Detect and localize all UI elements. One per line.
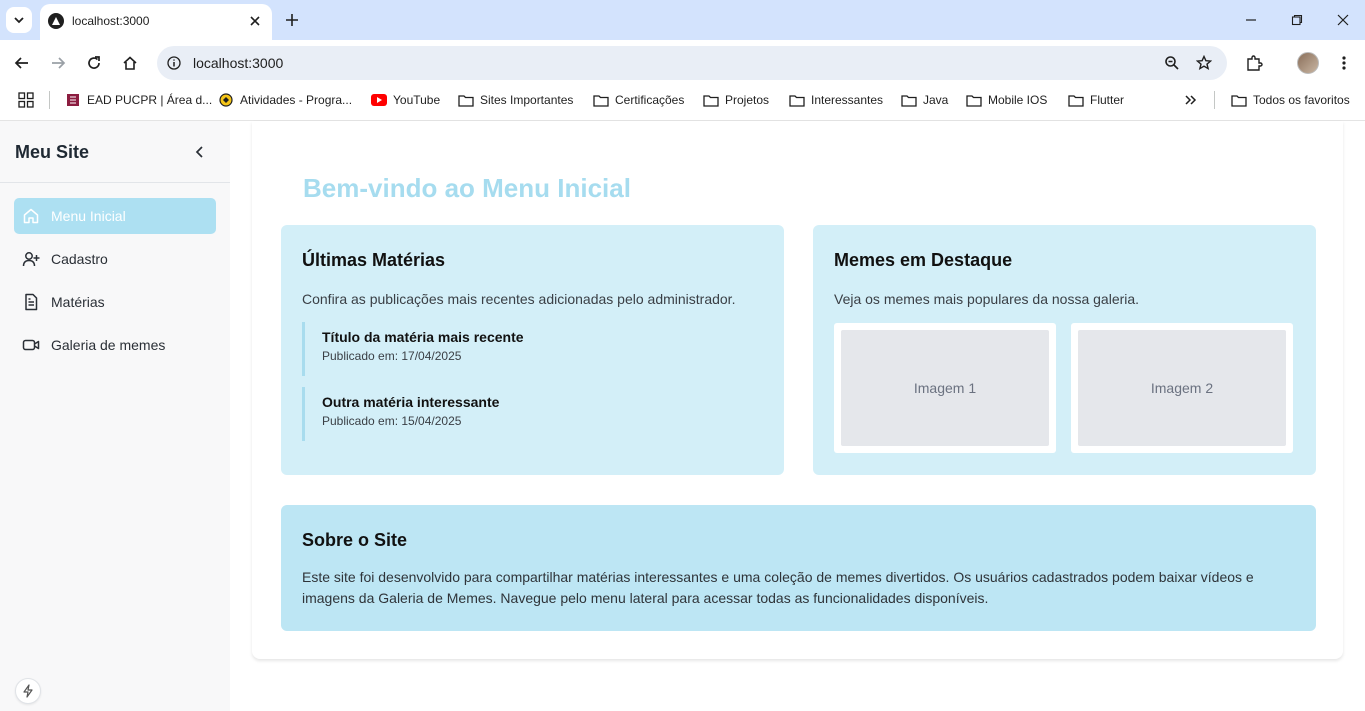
main-content: Bem-vindo ao Menu Inicial Últimas Matéri… [230, 121, 1365, 711]
video-icon [22, 336, 40, 354]
card-title: Sobre o Site [302, 530, 408, 550]
home-icon[interactable] [119, 52, 141, 74]
article-date: Publicado em: 15/04/2025 [322, 414, 462, 428]
bookmark-folder[interactable]: Interessantes [789, 92, 883, 108]
tab-title: localhost:3000 [72, 14, 150, 28]
home-icon [22, 207, 40, 225]
folder-icon [458, 93, 474, 107]
bookmark-folder[interactable]: Certificações [593, 92, 684, 108]
chevron-left-icon[interactable] [191, 143, 209, 161]
sidebar-divider [0, 182, 230, 183]
meme-thumbnail[interactable]: Imagem 2 [1071, 323, 1293, 453]
sidebar-item-galeria-de-memes[interactable]: Galeria de memes [14, 327, 216, 363]
sidebar: Meu Site Menu Inicial Cadastro Matérias … [0, 121, 230, 711]
minimize-icon[interactable] [1241, 10, 1261, 30]
url-text: localhost:3000 [193, 55, 284, 71]
bookmark-folder[interactable]: Java [901, 92, 948, 108]
card-title: Últimas Matérias [302, 250, 446, 270]
site-icon [218, 93, 234, 107]
double-chevron-right-icon[interactable] [1184, 92, 1198, 108]
browser-tab[interactable]: localhost:3000 [40, 4, 272, 40]
bookmark-folder[interactable]: Projetos [703, 92, 769, 108]
profile-avatar[interactable] [1297, 52, 1319, 74]
bookmark-item[interactable]: Atividades - Progra... [218, 92, 352, 108]
bookmark-separator [1214, 91, 1215, 109]
page-title: Bem-vindo ao Menu Inicial [303, 173, 631, 203]
reload-icon[interactable] [83, 52, 105, 74]
folder-icon [1231, 93, 1247, 107]
bookmark-folder[interactable]: Flutter [1068, 92, 1124, 108]
extensions-puzzle-icon[interactable] [1243, 52, 1265, 74]
sidebar-item-label: Matérias [51, 294, 105, 310]
about-text: Este site foi desenvolvido para comparti… [302, 569, 1254, 606]
latest-articles-card: Últimas Matérias Confira as publicações … [281, 225, 784, 475]
article-title: Outra matéria interessante [322, 394, 500, 410]
card-description: Confira as publicações mais recentes adi… [302, 291, 736, 307]
card-description: Veja os memes mais populares da nossa ga… [834, 291, 1140, 307]
more-menu-icon[interactable] [1333, 52, 1355, 74]
folder-icon [901, 93, 917, 107]
bookmark-star-icon[interactable] [1195, 54, 1213, 72]
sidebar-item-label: Menu Inicial [51, 208, 126, 224]
bookmark-folder[interactable]: Mobile IOS [966, 92, 1047, 108]
address-bar[interactable]: localhost:3000 [157, 46, 1227, 80]
featured-memes-card: Memes em Destaque Veja os memes mais pop… [813, 225, 1316, 475]
image-placeholder: Imagem 1 [841, 330, 1049, 446]
chevron-down-icon [14, 17, 24, 24]
image-placeholder: Imagem 2 [1078, 330, 1286, 446]
site-title: Meu Site [15, 142, 90, 162]
restore-icon[interactable] [1287, 10, 1307, 30]
document-icon [22, 293, 40, 311]
close-tab-icon[interactable] [246, 12, 264, 30]
content-panel: Bem-vindo ao Menu Inicial Últimas Matéri… [252, 121, 1343, 659]
youtube-icon [371, 93, 387, 107]
nextjs-favicon-icon [48, 13, 64, 29]
folder-icon [1068, 93, 1084, 107]
user-plus-icon [22, 250, 40, 268]
meme-thumbnail[interactable]: Imagem 1 [834, 323, 1056, 453]
all-bookmarks-folder[interactable]: Todos os favoritos [1231, 92, 1350, 108]
article-title: Título da matéria mais recente [322, 329, 524, 345]
bookmark-item[interactable]: YouTube [371, 92, 440, 108]
folder-icon [703, 93, 719, 107]
sidebar-item-materias[interactable]: Matérias [14, 284, 216, 320]
close-window-icon[interactable] [1333, 10, 1353, 30]
article-item[interactable]: Outra matéria interessante Publicado em:… [302, 387, 762, 441]
card-title: Memes em Destaque [834, 250, 1013, 270]
folder-icon [593, 93, 609, 107]
folder-icon [966, 93, 982, 107]
site-info-icon[interactable] [165, 54, 183, 72]
about-site-card: Sobre o Site Este site foi desenvolvido … [281, 505, 1316, 631]
forward-arrow-icon[interactable] [47, 52, 69, 74]
sidebar-item-label: Galeria de memes [51, 337, 166, 353]
bookmark-separator [49, 91, 50, 109]
bookmarks-bar: EAD PUCPR | Área d... Atividades - Progr… [0, 86, 1365, 114]
bookmark-folder[interactable]: Sites Importantes [458, 92, 573, 108]
tab-strip: localhost:3000 [0, 0, 1365, 40]
bookmark-item[interactable]: EAD PUCPR | Área d... [65, 92, 212, 108]
back-arrow-icon[interactable] [11, 52, 33, 74]
article-item[interactable]: Título da matéria mais recente Publicado… [302, 322, 762, 376]
sidebar-item-cadastro[interactable]: Cadastro [14, 241, 216, 277]
folder-icon [789, 93, 805, 107]
new-tab-plus-icon[interactable] [282, 10, 302, 30]
zoom-icon[interactable] [1163, 54, 1181, 72]
apps-grid-icon[interactable] [18, 92, 34, 108]
browser-toolbar: localhost:3000 [0, 40, 1365, 86]
pucpr-icon [65, 93, 81, 107]
tab-search-button[interactable] [6, 7, 32, 33]
sidebar-item-label: Cadastro [51, 251, 108, 267]
sidebar-item-menu-inicial[interactable]: Menu Inicial [14, 198, 216, 234]
article-date: Publicado em: 17/04/2025 [322, 349, 462, 363]
lightning-bolt-icon[interactable] [15, 678, 41, 704]
